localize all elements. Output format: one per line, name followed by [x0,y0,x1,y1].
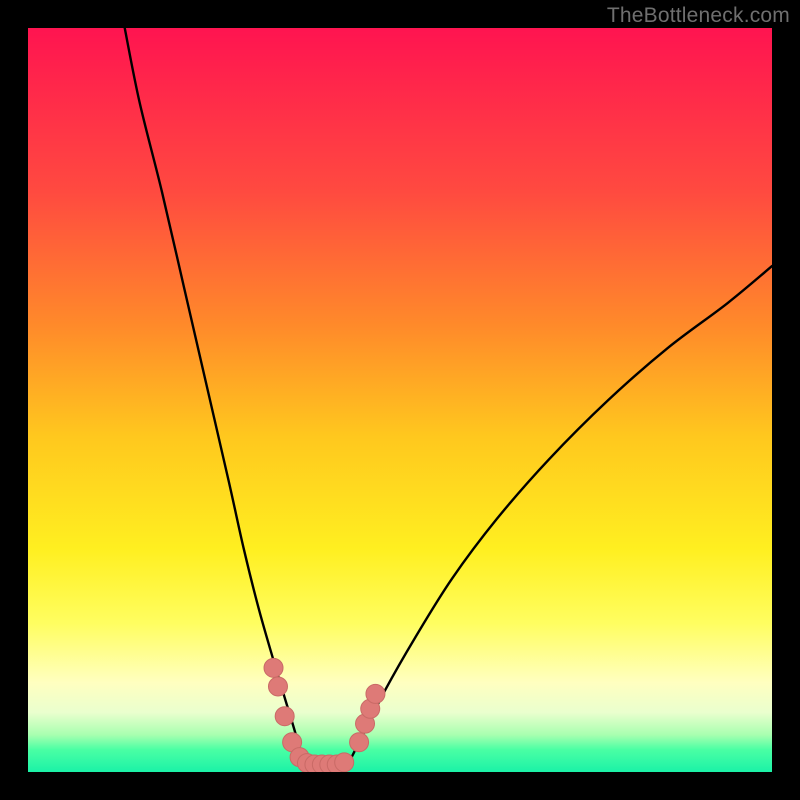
marker-dot [268,677,287,696]
chart-svg [28,28,772,772]
plot-area [28,28,772,772]
marker-dot [264,658,283,677]
marker-dot [275,707,294,726]
bottleneck-curve-right [348,266,772,764]
bottleneck-curve-left [125,28,304,765]
marker-dot [350,733,369,752]
marker-dot [366,684,385,703]
marker-group [264,658,385,772]
curve-group [125,28,772,765]
marker-dot [335,753,354,772]
watermark-text: TheBottleneck.com [607,4,790,28]
chart-frame: TheBottleneck.com [0,0,800,800]
